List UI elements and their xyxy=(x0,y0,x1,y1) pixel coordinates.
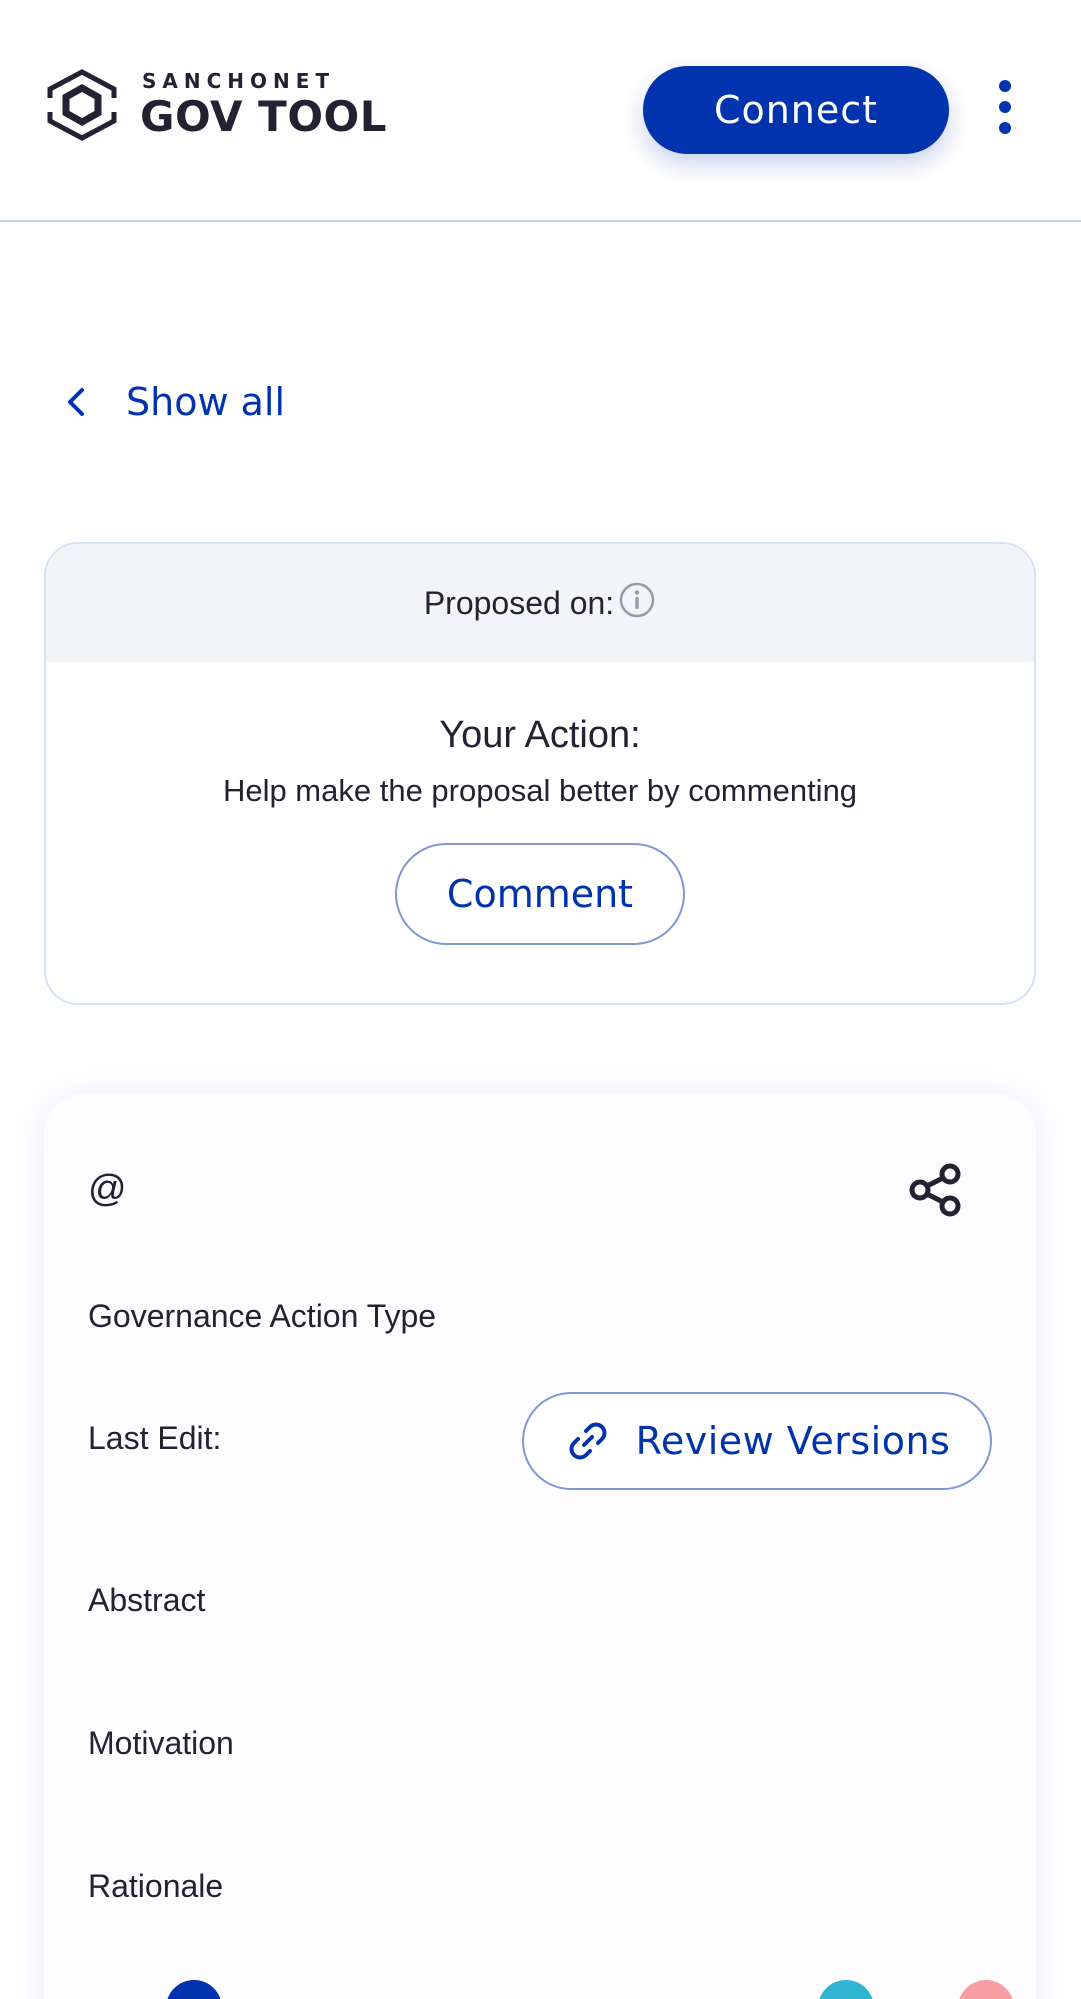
your-action-title: Your Action: xyxy=(439,714,641,756)
connect-button[interactable]: Connect xyxy=(643,66,949,154)
your-action-description: Help make the proposal better by comment… xyxy=(222,773,858,808)
badge-cyan xyxy=(818,1980,874,1999)
brand-subtitle: SANCHONET xyxy=(142,69,336,93)
share-icon[interactable] xyxy=(906,1160,966,1220)
app-header: SANCHONET GOV TOOL Connect xyxy=(0,0,1081,222)
abstract-label: Abstract xyxy=(88,1582,206,1618)
govtool-logo[interactable]: SANCHONET GOV TOOL xyxy=(42,64,392,144)
badge-blue xyxy=(166,1980,222,1999)
chevron-left-icon xyxy=(68,388,84,416)
proposed-on-bar: Proposed on: xyxy=(46,544,1034,662)
show-all-label: Show all xyxy=(126,380,286,424)
proposal-action-card: Proposed on: Your Action: Help make the … xyxy=(44,542,1036,1005)
proposal-details-card: @ Governance Action Type Last Edit: Revi… xyxy=(44,1094,1036,1999)
governance-action-type-label: Governance Action Type xyxy=(88,1298,437,1334)
review-versions-label: Review Versions xyxy=(635,1419,951,1463)
motivation-label: Motivation xyxy=(88,1725,234,1761)
rationale-label: Rationale xyxy=(88,1868,224,1904)
link-icon xyxy=(569,1422,607,1460)
last-edit-label: Last Edit: xyxy=(88,1420,222,1456)
author-handle: @ xyxy=(88,1168,127,1210)
review-versions-button[interactable]: Review Versions xyxy=(522,1392,992,1490)
show-all-link[interactable]: Show all xyxy=(58,372,285,432)
comment-button[interactable]: Comment xyxy=(395,843,685,945)
brand-title: GOV TOOL xyxy=(140,92,387,141)
more-vertical-icon[interactable] xyxy=(990,80,1020,140)
info-icon[interactable] xyxy=(618,581,656,619)
logo-hexagon-icon xyxy=(44,69,120,141)
badge-pink xyxy=(958,1980,1014,1999)
proposed-on-label: Proposed on: xyxy=(423,584,615,621)
